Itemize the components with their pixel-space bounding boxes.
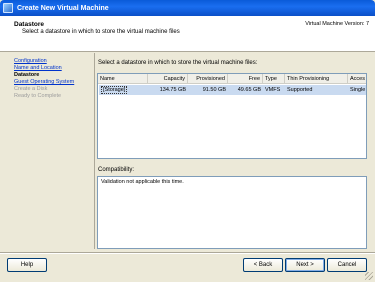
back-button[interactable]: < Back bbox=[243, 258, 283, 272]
cell-provisioned: 91.50 GB bbox=[202, 87, 226, 93]
column-free[interactable]: Free bbox=[228, 74, 263, 84]
column-name[interactable]: Name bbox=[98, 74, 148, 84]
step-datastore: Datastore bbox=[14, 72, 40, 78]
column-type[interactable]: Type bbox=[263, 74, 285, 84]
cell-type: VMFS bbox=[265, 87, 281, 93]
title-bar: Create New Virtual Machine bbox=[0, 0, 375, 16]
compatibility-label: Compatibility: bbox=[98, 167, 135, 173]
column-capacity[interactable]: Capacity bbox=[148, 74, 188, 84]
divider bbox=[94, 53, 95, 249]
step-name-and-location[interactable]: Name and Location bbox=[14, 65, 94, 72]
datastore-label: Select a datastore in which to store the… bbox=[98, 60, 258, 66]
page-title: Datastore bbox=[14, 21, 44, 28]
next-button[interactable]: Next > bbox=[285, 258, 325, 272]
cell-free: 49.65 GB bbox=[237, 87, 261, 93]
compatibility-box: Validation not applicable this time. bbox=[97, 176, 367, 249]
cancel-button[interactable]: Cancel bbox=[327, 258, 367, 272]
step-ready-to-complete: Ready to Complete bbox=[14, 93, 62, 99]
datastore-table: Name Capacity Provisioned Free Type Thin… bbox=[97, 73, 367, 159]
table-header: Name Capacity Provisioned Free Type Thin… bbox=[98, 74, 366, 84]
cell-thin: Supported bbox=[287, 87, 313, 93]
cell-name: [Storage] bbox=[101, 86, 128, 94]
wizard-header: Datastore Select a datastore in which to… bbox=[0, 16, 375, 52]
table-row[interactable]: [Storage] 134.75 GB 91.50 GB 49.65 GB VM… bbox=[99, 85, 366, 95]
vm-version: Virtual Machine Version: 7 bbox=[305, 21, 369, 27]
cell-capacity: 134.75 GB bbox=[159, 87, 186, 93]
step-create-disk: Create a Disk bbox=[14, 86, 48, 92]
column-access[interactable]: Acces bbox=[348, 74, 366, 84]
vm-icon bbox=[3, 3, 13, 13]
resize-grip[interactable] bbox=[365, 272, 373, 280]
column-provisioned[interactable]: Provisioned bbox=[188, 74, 228, 84]
step-guest-os[interactable]: Guest Operating System bbox=[14, 79, 94, 86]
step-configuration[interactable]: Configuration bbox=[14, 58, 94, 65]
wizard-steps: Configuration Name and Location Datastor… bbox=[14, 58, 94, 100]
compatibility-text: Validation not applicable this time. bbox=[101, 179, 184, 185]
window-title: Create New Virtual Machine bbox=[17, 4, 109, 12]
column-thin-provisioning[interactable]: Thin Provisioning bbox=[285, 74, 348, 84]
page-subtitle: Select a datastore in which to store the… bbox=[22, 29, 180, 35]
cell-access: Single bbox=[350, 87, 366, 93]
help-button[interactable]: Help bbox=[7, 258, 47, 272]
